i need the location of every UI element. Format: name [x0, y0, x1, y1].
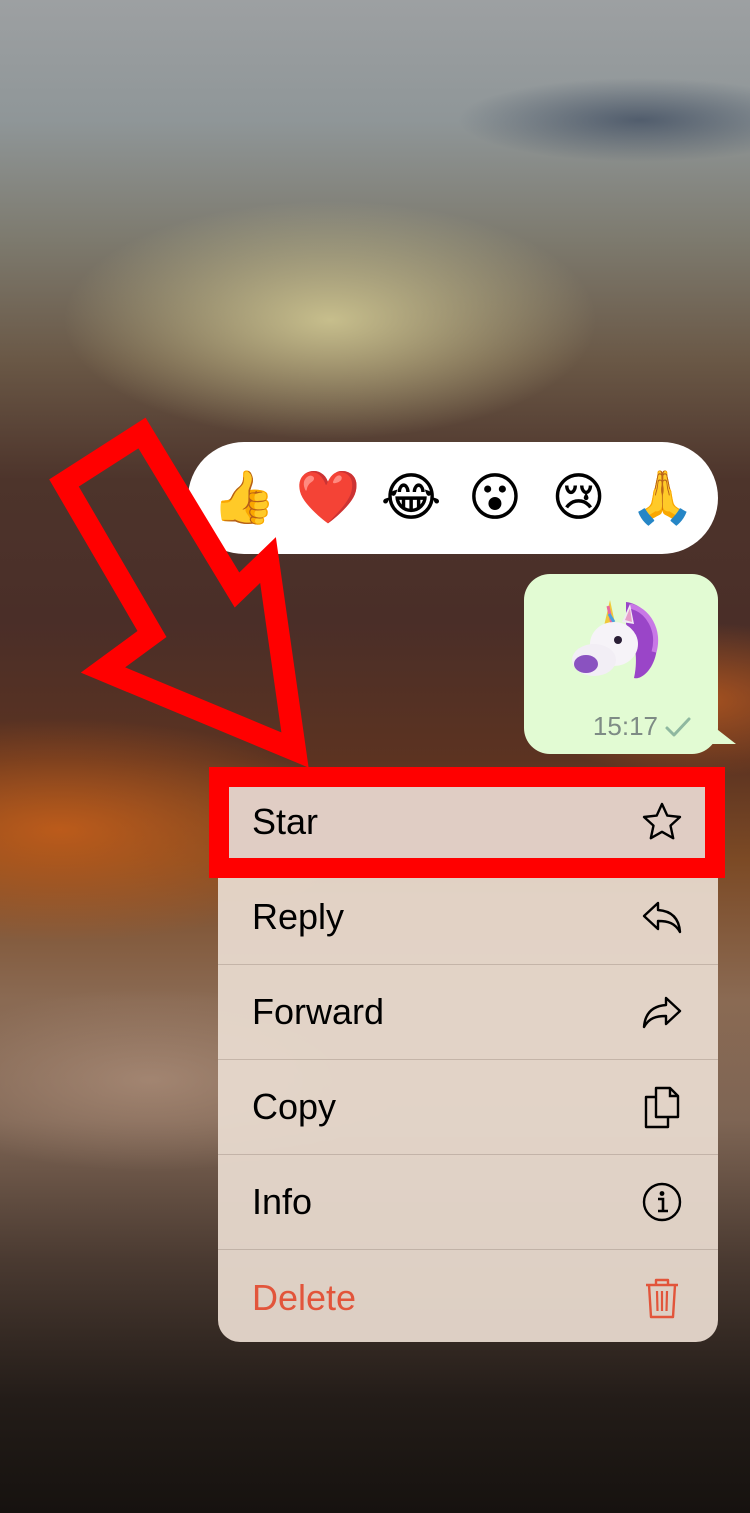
reaction-crying[interactable]: 😢: [546, 472, 610, 524]
unicorn-sticker: [572, 600, 658, 679]
reaction-surprised[interactable]: 😮: [463, 472, 527, 524]
reaction-pray[interactable]: 🙏: [630, 472, 695, 524]
menu-item-forward[interactable]: Forward: [218, 965, 718, 1060]
reaction-thumbs-up[interactable]: 👍: [212, 472, 277, 524]
forward-icon: [642, 996, 682, 1029]
menu-item-reply[interactable]: Reply: [218, 870, 718, 965]
menu-item-label: Forward: [252, 991, 385, 1032]
menu-item-label: Reply: [252, 896, 345, 937]
star-icon: [642, 802, 682, 840]
context-menu: Star Reply Forward Copy Info Delete: [218, 775, 718, 1342]
message-meta: 15:17: [593, 711, 692, 742]
sent-check-icon: [665, 717, 691, 736]
menu-item-copy[interactable]: Copy: [218, 1060, 718, 1155]
reaction-bar: 👍 ❤️ 😂 😮 😢 🙏: [188, 442, 718, 554]
menu-item-label: Delete: [252, 1276, 357, 1318]
menu-item-label: Star: [252, 801, 319, 842]
menu-item-label: Info: [252, 1181, 313, 1222]
info-icon: [642, 1182, 682, 1222]
reaction-heart[interactable]: ❤️: [295, 472, 360, 524]
reaction-laughing[interactable]: 😂: [379, 472, 443, 524]
reply-icon: [642, 901, 682, 934]
menu-item-label: Copy: [252, 1086, 337, 1127]
trash-icon: [646, 1278, 678, 1318]
copy-icon: [644, 1086, 680, 1129]
bubble-tail: [700, 716, 736, 744]
menu-item-info[interactable]: Info: [218, 1155, 718, 1250]
menu-item-delete[interactable]: Delete: [218, 1250, 718, 1342]
menu-item-star[interactable]: Star: [218, 775, 718, 870]
message-bubble[interactable]: 15:17: [524, 574, 718, 754]
message-time: 15:17: [592, 711, 658, 741]
